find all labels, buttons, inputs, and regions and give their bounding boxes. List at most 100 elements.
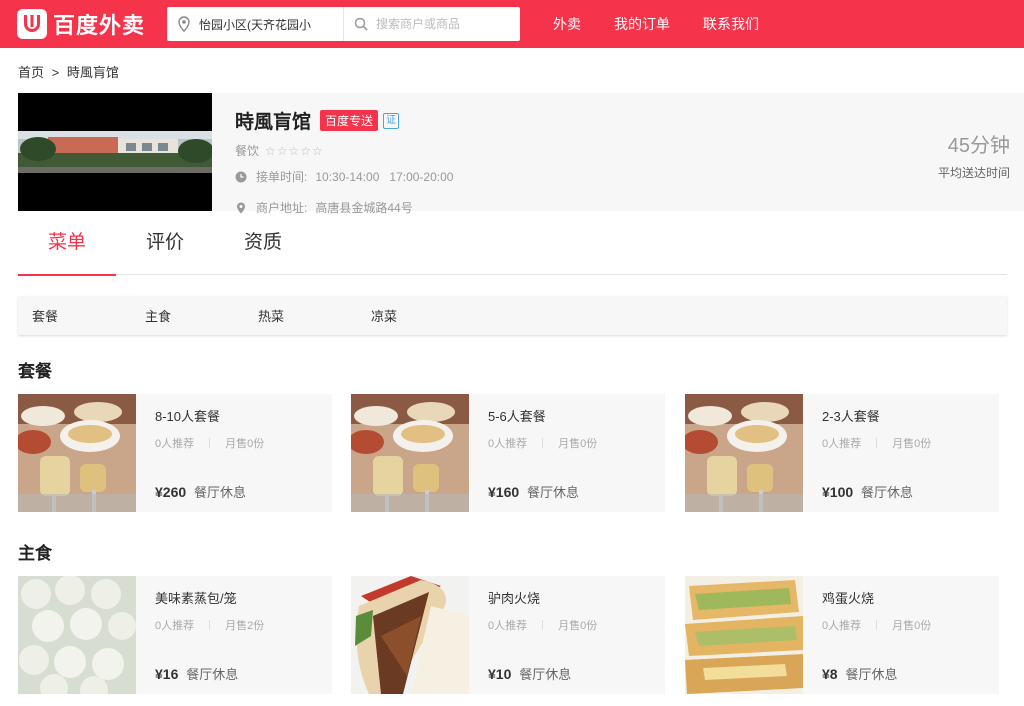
dish-card[interactable]: 鸡蛋火烧 0人推荐 月售0份 ¥8 餐厅休息 [685,576,999,694]
shop-hours: 接单时间: 10:30-14:00 17:00-20:00 [235,168,453,185]
dish-sold: 月售0份 [558,438,598,450]
dish-card[interactable]: 驴肉火烧 0人推荐 月售0份 ¥10 餐厅休息 [351,576,665,694]
address-selector[interactable]: 怡园小区(天齐花园小 [167,7,344,41]
dish-status: 餐厅休息 [861,485,914,500]
dish-stats: 0人推荐 月售0份 [822,617,991,633]
search-icon[interactable] [354,17,368,31]
dish-price: ¥10 [488,666,512,682]
divider [542,620,544,630]
dish-body: 驴肉火烧 0人推荐 月售0份 [488,588,657,633]
nav-contact-us[interactable]: 联系我们 [703,14,759,34]
dish-name: 5-6人套餐 [488,409,546,424]
divider [876,620,878,630]
tab-reviews[interactable]: 评价 [116,211,214,275]
shop-tabs: 菜单 评价 资质 [18,211,1007,276]
category-hot-dish[interactable]: 热菜 [244,306,357,325]
category-set-meal[interactable]: 套餐 [18,306,131,325]
dish-card[interactable]: 美味素蒸包/笼 0人推荐 月售2份 ¥16 餐厅休息 [18,576,332,694]
dish-card[interactable]: 8-10人套餐 0人推荐 月售0份 ¥260 餐厅休息 [18,394,332,512]
divider [209,620,211,630]
dish-stats: 0人推荐 月售0份 [155,435,324,451]
shop-photo [18,93,212,211]
dish-photo [18,394,136,512]
dish-stats: 0人推荐 月售0份 [488,617,657,633]
dish-recommend: 0人推荐 [155,620,195,632]
dish-card[interactable]: 2-3人套餐 0人推荐 月售0份 ¥100 餐厅休息 [685,394,999,512]
dish-price-row: ¥160 餐厅休息 [488,482,579,501]
logo-text: 百度外卖 [53,13,146,38]
dish-sold: 月售0份 [225,438,265,450]
dish-stats: 0人推荐 月售0份 [488,435,657,451]
address-text: 怡园小区(天齐花园小 [199,17,311,32]
dish-photo [351,394,469,512]
dish-photo [351,576,469,694]
shop-category: 餐饮 [235,144,260,158]
search-field [344,7,520,41]
dish-body: 鸡蛋火烧 0人推荐 月售0份 [822,588,991,633]
nav-my-orders[interactable]: 我的订单 [614,14,670,34]
dish-status: 餐厅休息 [519,667,572,682]
dish-price-row: ¥100 餐厅休息 [822,482,913,501]
dish-price-row: ¥260 餐厅休息 [155,482,246,501]
dish-name: 驴肉火烧 [488,591,541,606]
rating-stars: ☆☆☆☆☆ [265,143,324,158]
dish-sold: 月售2份 [225,620,265,632]
tab-menu[interactable]: 菜单 [18,211,116,276]
divider [542,438,544,448]
dish-card[interactable]: 5-6人套餐 0人推荐 月售0份 ¥160 餐厅休息 [351,394,665,512]
shop-banner: 時風肓馆 百度专送 证 餐饮 ☆☆☆☆☆ 接单时间: 10:30-14:00 1… [18,93,1024,215]
dish-sold: 月售0份 [892,620,932,632]
dish-price-row: ¥10 餐厅休息 [488,664,571,683]
delivery-badge: 百度专送 [320,110,379,131]
dish-name: 8-10人套餐 [155,409,221,424]
dish-recommend: 0人推荐 [488,438,528,450]
dish-recommend: 0人推荐 [488,620,528,632]
search-input[interactable] [376,17,516,31]
dish-recommend: 0人推荐 [155,438,195,450]
certificate-badge[interactable]: 证 [383,112,400,129]
hours-label: 接单时间: [256,170,308,184]
divider [876,438,878,448]
section-title-staple: 主食 [18,544,52,563]
dish-body: 美味素蒸包/笼 0人推荐 月售2份 [155,588,324,633]
logo[interactable]: 百度外卖 [17,8,145,40]
shop-title-row: 時風肓馆 百度专送 证 [235,107,453,134]
shop-info: 時風肓馆 百度专送 证 餐饮 ☆☆☆☆☆ 接单时间: 10:30-14:00 1… [235,107,453,216]
breadcrumb: 首页 > 時風肓馆 [18,62,119,81]
dish-name: 2-3人套餐 [822,409,880,424]
dish-price: ¥160 [488,484,520,500]
search-box: 怡园小区(天齐花园小 [167,7,520,41]
nav-takeout[interactable]: 外卖 [553,14,581,34]
dish-price-row: ¥8 餐厅休息 [822,664,897,683]
dish-recommend: 0人推荐 [822,620,862,632]
breadcrumb-home[interactable]: 首页 [18,65,44,80]
category-bar: 套餐 主食 热菜 凉菜 [18,296,1007,335]
delivery-time-label: 平均送达时间 [937,166,1010,180]
dish-body: 5-6人套餐 0人推荐 月售0份 [488,406,657,451]
fork-logo-icon [17,9,47,39]
shop-name: 時風肓馆 [235,112,312,133]
category-cold-dish[interactable]: 凉菜 [357,306,470,325]
hours-lunch: 10:30-14:00 [315,169,380,184]
dish-photo [18,576,136,694]
top-bar: 百度外卖 怡园小区(天齐花园小 外卖 我的订单 联系我们 [0,0,1024,48]
location-pin-icon [178,16,190,32]
breadcrumb-current: 時風肓馆 [66,65,119,80]
breadcrumb-separator: > [51,65,60,80]
dish-photo [685,394,803,512]
dish-status: 餐厅休息 [527,485,580,500]
divider [209,438,211,448]
tab-qualifications[interactable]: 资质 [214,211,312,275]
dish-price: ¥260 [155,484,187,500]
dish-price: ¥16 [155,666,179,682]
category-staple[interactable]: 主食 [131,306,244,325]
section-title-set-meal: 套餐 [18,362,52,381]
dish-stats: 0人推荐 月售0份 [822,435,991,451]
dish-photo [685,576,803,694]
shop-category-row: 餐饮 ☆☆☆☆☆ [235,142,453,159]
clock-icon [235,171,247,182]
top-nav: 外卖 我的订单 联系我们 [553,0,792,48]
dish-status: 餐厅休息 [186,667,239,682]
delivery-time-value: 45分钟 [947,135,1010,157]
dish-sold: 月售0份 [558,620,598,632]
